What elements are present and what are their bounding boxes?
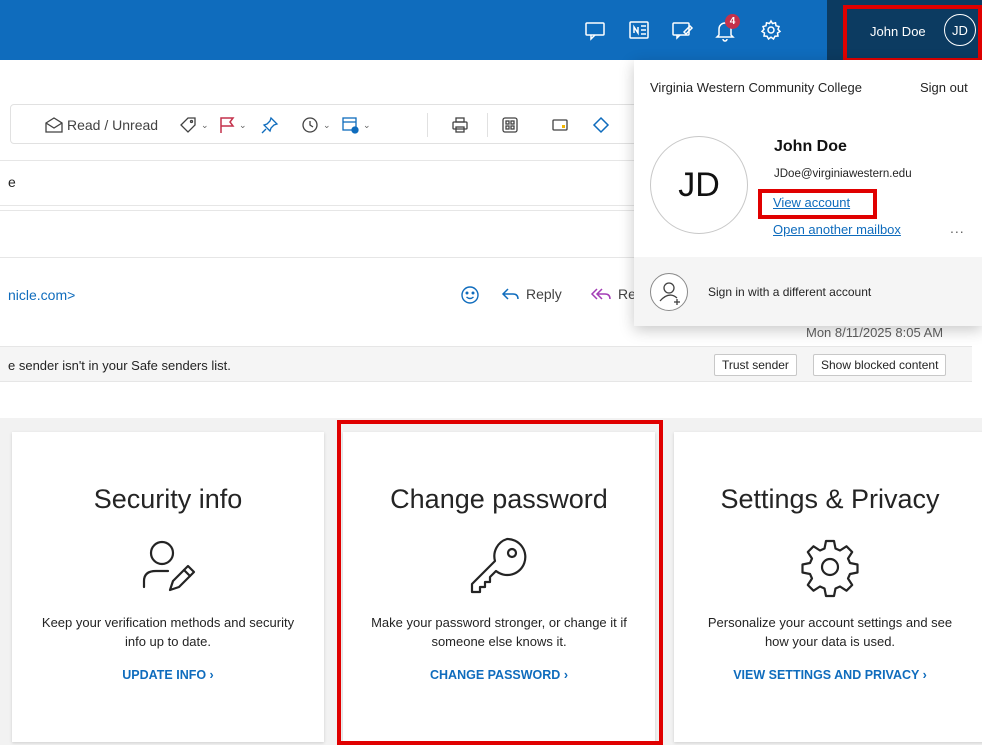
message-date: Mon 8/11/2025 8:05 AM [806,325,944,340]
gear-icon[interactable] [759,18,783,42]
rules-icon [342,117,359,134]
envelope-open-icon [45,117,63,133]
reply-all-button[interactable]: Re [590,286,636,302]
update-info-link[interactable]: UPDATE INFO › [12,668,324,682]
search-fragment: e [8,174,16,190]
view-settings-privacy-label: VIEW SETTINGS AND PRIVACY [733,668,920,682]
card-title: Security info [93,484,243,514]
onenote-icon[interactable] [627,18,651,42]
card-title: Change password [390,484,608,514]
card-description: Keep your verification methods and secur… [41,615,295,649]
account-display-name: John Doe [774,138,847,155]
grid-icon [502,117,518,133]
show-blocked-content-button[interactable]: Show blocked content [813,354,947,376]
rules-button[interactable]: ⌄ [341,114,371,136]
security-info-card[interactable]: Security info Keep your verification met… [12,432,324,742]
chevron-down-icon: ⌄ [239,119,247,130]
avatar: JD [944,14,976,46]
update-info-label: UPDATE INFO [122,668,207,682]
snooze-button[interactable]: ⌄ [301,114,331,136]
open-another-mailbox-link[interactable]: Open another mailbox [773,222,901,237]
reply-arrow-icon [501,288,519,300]
pin-button[interactable] [261,114,279,136]
feedback-icon[interactable] [670,18,694,42]
sign-in-different-account-row[interactable]: Sign in with a different account [634,257,982,326]
print-icon [452,117,468,133]
top-bar: 4 John Doe JD [0,0,982,60]
account-button[interactable]: John Doe JD [827,0,982,60]
view-settings-privacy-link[interactable]: VIEW SETTINGS AND PRIVACY › [674,668,982,682]
change-password-label: CHANGE PASSWORD [430,668,561,682]
card-title: Settings & Privacy [720,484,940,514]
pin-icon [261,116,279,134]
read-unread-label: Read / Unread [67,117,159,133]
key-icon [467,535,531,599]
chevron-down-icon: ⌄ [323,119,331,130]
chevron-down-icon: ⌄ [363,119,371,130]
bell-icon[interactable]: 4 [713,14,740,42]
chevron-right-icon: › [919,668,927,682]
chevron-down-icon: ⌄ [201,119,209,130]
print-button[interactable] [451,114,469,136]
reply-all-icon [590,288,611,300]
immersive-reader-button[interactable] [551,114,569,136]
chevron-right-icon: › [560,668,568,682]
organization-name: Virginia Western Community College [650,80,862,95]
settings-privacy-card[interactable]: Settings & Privacy Personalize your acco… [674,432,982,742]
add-person-icon [650,273,688,311]
gear-icon [798,535,862,599]
trust-sender-button[interactable]: Trust sender [714,354,797,376]
loop-icon [592,116,610,134]
more-options-button[interactable]: ... [950,220,965,236]
card-icon [552,119,568,131]
view-account-link[interactable]: View account [773,195,850,210]
toolbar-divider [427,113,428,137]
avatar[interactable]: JD [650,136,748,234]
sender-address[interactable]: nicle.com> [8,287,75,303]
toolbar: Read / Unread ⌄ ⌄ ⌄ ⌄ [10,104,640,144]
tag-icon [180,117,196,133]
chat-icon[interactable] [583,18,607,42]
notification-badge: 4 [725,14,740,29]
emoji-icon[interactable] [460,285,480,305]
change-password-card[interactable]: Change password Make your password stron… [343,432,655,742]
account-cards-region: Security info Keep your verification met… [0,418,982,745]
card-description: Make your password stronger, or change i… [371,615,627,649]
loop-button[interactable] [591,114,611,136]
reply-label: Reply [526,286,562,302]
account-name: John Doe [870,24,926,39]
sign-in-different-account-label: Sign in with a different account [708,285,872,299]
toolbar-divider [487,113,488,137]
apps-button[interactable] [501,114,519,136]
account-email: JDoe@virginiawestern.edu [774,168,912,180]
reply-button[interactable]: Reply [500,286,562,302]
change-password-link[interactable]: CHANGE PASSWORD › [343,668,655,682]
categorize-button[interactable]: ⌄ [179,114,209,136]
sign-out-link[interactable]: Sign out [920,80,968,95]
clock-icon [302,117,318,133]
flag-button[interactable]: ⌄ [219,114,247,136]
safe-senders-notice: e sender isn't in your Safe senders list… [0,346,972,382]
flag-icon [220,117,235,133]
card-description: Personalize your account settings and se… [707,615,953,649]
account-popup: Virginia Western Community College Sign … [634,60,982,326]
chevron-right-icon: › [206,668,214,682]
read-unread-button[interactable]: Read / Unread [45,114,158,136]
safe-senders-text: e sender isn't in your Safe senders list… [8,358,231,373]
person-edit-icon [136,535,200,599]
